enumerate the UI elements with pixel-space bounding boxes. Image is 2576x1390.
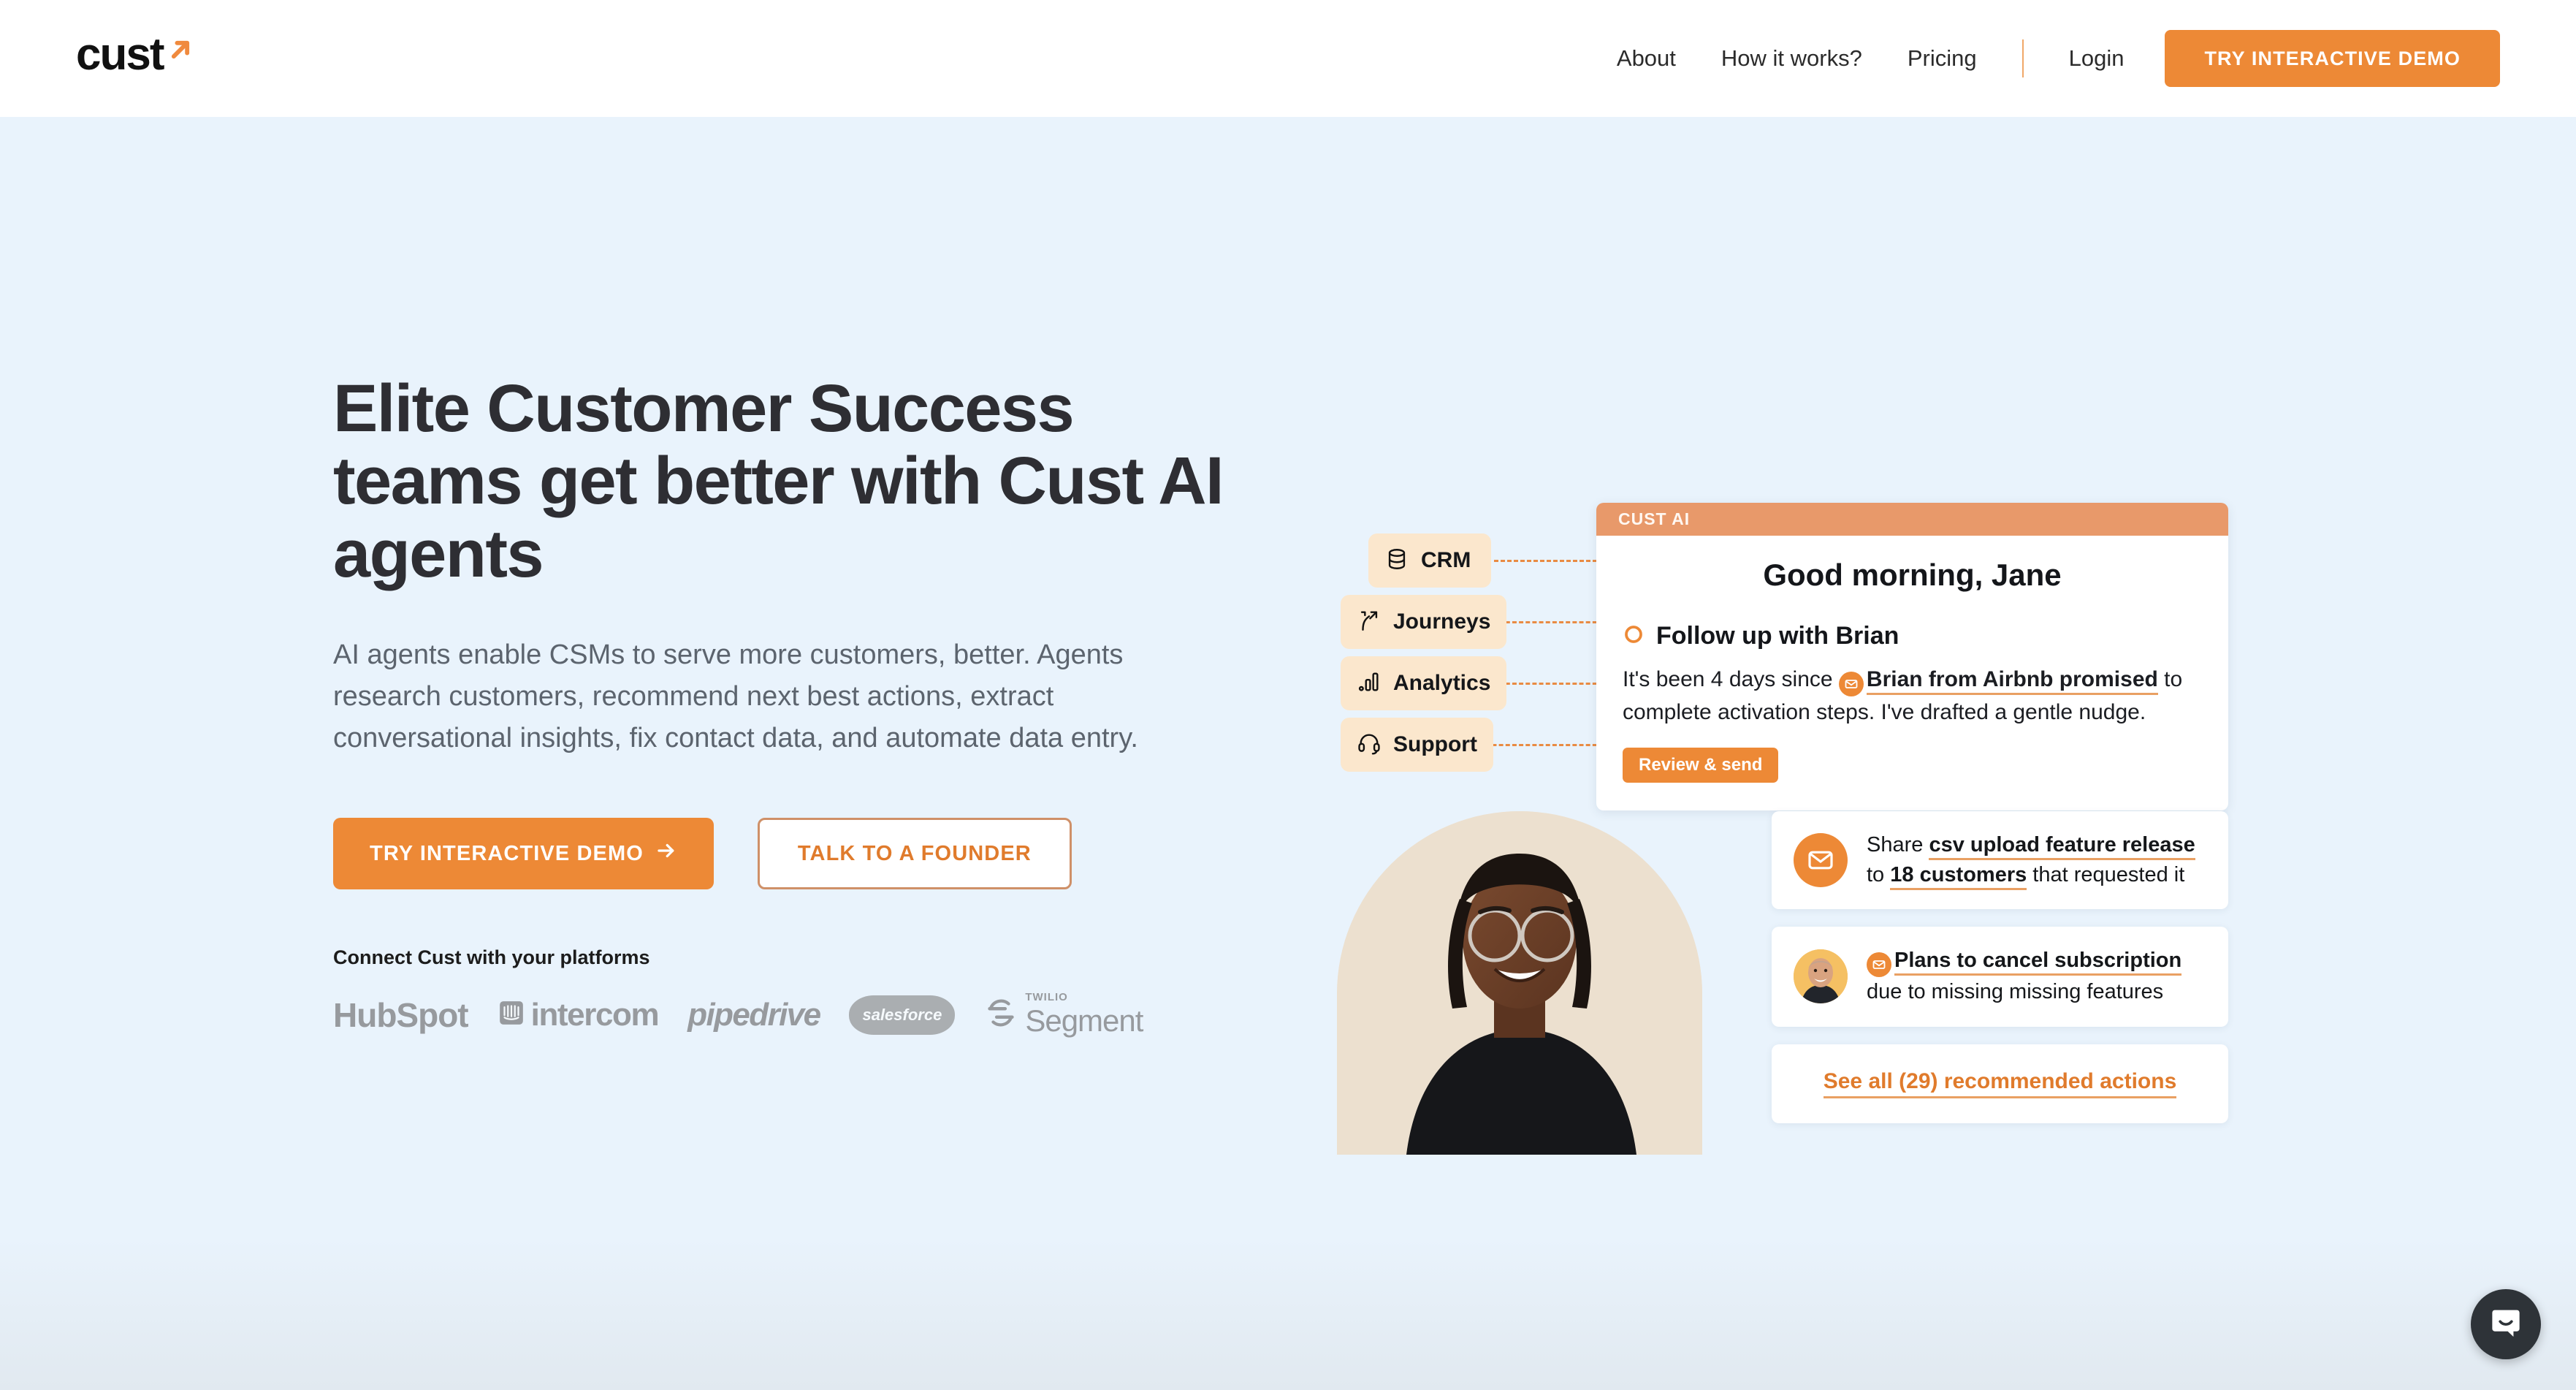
cust-ai-card-header: CUST AI bbox=[1596, 503, 2228, 536]
see-all-actions-link[interactable]: See all (29) recommended actions bbox=[1823, 1069, 2177, 1098]
chat-bubble-icon bbox=[2487, 1304, 2525, 1345]
hero-visual: CRM Journeys Analytics Support CUST AI G… bbox=[1337, 380, 2506, 1184]
action-suffix: due to missing missing features bbox=[1867, 980, 2164, 1004]
action-card-cancel-subscription[interactable]: Plans to cancel subscription due to miss… bbox=[1772, 927, 2228, 1027]
nav-link-pricing[interactable]: Pricing bbox=[1908, 45, 1977, 72]
task-body-link[interactable]: Brian from Airbnb promised bbox=[1866, 667, 2158, 695]
task-title: Follow up with Brian bbox=[1656, 622, 1899, 650]
see-all-actions-card[interactable]: See all (29) recommended actions bbox=[1772, 1044, 2228, 1123]
arrow-right-icon bbox=[655, 840, 677, 867]
action-prefix: Share bbox=[1867, 833, 1929, 857]
logo-twilio-segment: TWILIO Segment bbox=[984, 991, 1143, 1038]
brand-logo[interactable]: cust bbox=[76, 32, 197, 77]
hero-section: Elite Customer Success teams get better … bbox=[0, 117, 2576, 1390]
action-suffix: that requested it bbox=[2027, 863, 2185, 887]
action-link-feature[interactable]: csv upload feature release bbox=[1929, 833, 2195, 860]
database-icon bbox=[1384, 547, 1409, 575]
chat-launcher-button[interactable] bbox=[2471, 1289, 2541, 1359]
hero-cta-row: TRY INTERACTIVE DEMO TALK TO A FOUNDER bbox=[333, 818, 1283, 890]
action-link-customers[interactable]: 18 customers bbox=[1890, 863, 2027, 891]
task-body: It's been 4 days since Brian from Airbnb… bbox=[1623, 664, 2202, 729]
integration-chip-crm[interactable]: CRM bbox=[1368, 533, 1491, 588]
hero-try-demo-label: TRY INTERACTIVE DEMO bbox=[370, 841, 644, 865]
integration-chip-analytics-label: Analytics bbox=[1393, 671, 1491, 695]
primary-navigation: About How it works? Pricing Login TRY IN… bbox=[1617, 0, 2500, 117]
nav-link-how-it-works[interactable]: How it works? bbox=[1721, 45, 1862, 72]
arrow-up-right-icon bbox=[164, 34, 197, 69]
task-body-prefix: It's been 4 days since bbox=[1623, 667, 1839, 691]
action-link-cancel[interactable]: Plans to cancel subscription bbox=[1894, 949, 2182, 976]
integration-chip-support[interactable]: Support bbox=[1341, 718, 1493, 772]
review-and-send-button[interactable]: Review & send bbox=[1623, 747, 1779, 783]
hero-subheading: AI agents enable CSMs to serve more cust… bbox=[333, 639, 1138, 754]
connector-line-crm bbox=[1494, 560, 1604, 562]
action-card-text: Share csv upload feature release to 18 c… bbox=[1867, 830, 2206, 891]
headset-icon bbox=[1357, 731, 1382, 759]
nav-divider bbox=[2021, 39, 2024, 77]
portrait-illustration bbox=[1337, 811, 1702, 1155]
hero-try-demo-button[interactable]: TRY INTERACTIVE DEMO bbox=[333, 818, 714, 890]
hero-portrait-photo bbox=[1337, 811, 1702, 1155]
platform-logos: HubSpot intercom pipedrive salesforce TW… bbox=[333, 991, 1283, 1038]
branching-arrow-icon bbox=[1357, 608, 1382, 637]
envelope-icon bbox=[1867, 952, 1891, 978]
action-middle: to bbox=[1867, 863, 1891, 887]
logo-salesforce: salesforce bbox=[849, 995, 956, 1035]
cust-ai-card-body: Good morning, Jane Follow up with Brian … bbox=[1596, 536, 2228, 810]
greeting-text: Good morning, Jane bbox=[1763, 558, 2062, 592]
integration-chip-support-label: Support bbox=[1393, 732, 1477, 756]
page-title: Elite Customer Success teams get better … bbox=[333, 371, 1224, 591]
cust-ai-card: CUST AI Good morning, Jane Follow up wit… bbox=[1596, 503, 2228, 810]
envelope-icon bbox=[1794, 833, 1848, 888]
hero-talk-to-founder-button[interactable]: TALK TO A FOUNDER bbox=[757, 818, 1072, 890]
logo-pipedrive: pipedrive bbox=[687, 996, 821, 1033]
integration-chip-journeys-label: Journeys bbox=[1393, 609, 1491, 634]
nav-link-login[interactable]: Login bbox=[2069, 45, 2125, 72]
header-try-demo-button[interactable]: TRY INTERACTIVE DEMO bbox=[2165, 30, 2500, 87]
recommended-actions-list: Share csv upload feature release to 18 c… bbox=[1772, 811, 2228, 1123]
cust-ai-card-header-label: CUST AI bbox=[1618, 509, 1691, 528]
integration-chip-journeys[interactable]: Journeys bbox=[1341, 595, 1507, 649]
integration-chip-analytics[interactable]: Analytics bbox=[1341, 656, 1507, 710]
connect-platforms-label: Connect Cust with your platforms bbox=[333, 946, 650, 969]
avatar bbox=[1794, 949, 1848, 1004]
logo-hubspot: HubSpot bbox=[333, 995, 469, 1034]
integration-chips: CRM Journeys Analytics Support bbox=[1341, 533, 1509, 779]
task-header: Follow up with Brian bbox=[1623, 622, 2202, 650]
hero-copy: Elite Customer Success teams get better … bbox=[333, 371, 1283, 1038]
integration-chip-crm-label: CRM bbox=[1421, 548, 1471, 572]
nav-link-about[interactable]: About bbox=[1617, 45, 1676, 72]
segment-mark-icon bbox=[984, 996, 1018, 1033]
site-header: cust About How it works? Pricing Login T… bbox=[0, 0, 2576, 117]
logo-intercom: intercom bbox=[498, 997, 660, 1033]
envelope-icon bbox=[1838, 672, 1864, 696]
brand-logo-text: cust bbox=[76, 29, 164, 80]
circle-outline-icon[interactable] bbox=[1623, 623, 1645, 649]
action-card-share-release[interactable]: Share csv upload feature release to 18 c… bbox=[1772, 811, 2228, 910]
intercom-mark-icon bbox=[498, 999, 525, 1030]
bar-chart-icon bbox=[1357, 669, 1382, 698]
page-root: cust About How it works? Pricing Login T… bbox=[0, 0, 2576, 1390]
action-card-text: Plans to cancel subscription due to miss… bbox=[1867, 946, 2182, 1007]
